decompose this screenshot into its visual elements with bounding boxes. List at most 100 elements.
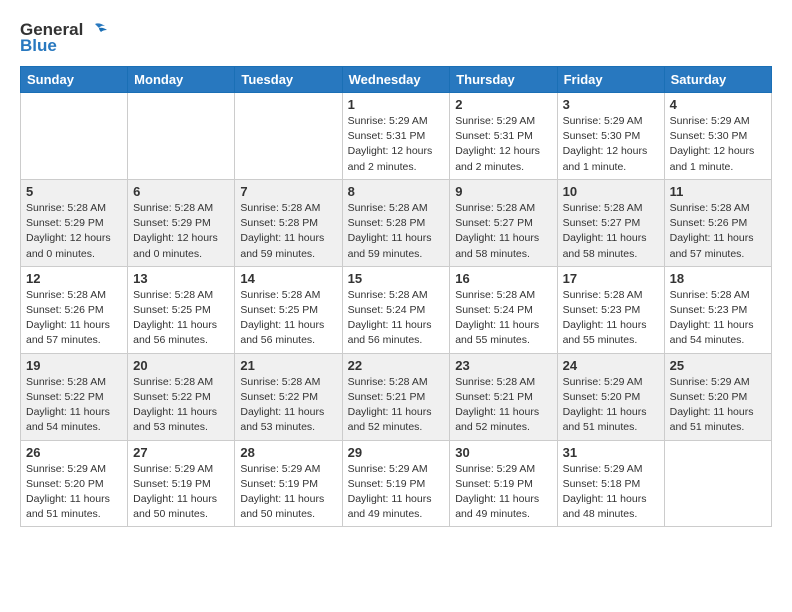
day-info: Sunrise: 5:28 AM Sunset: 5:29 PM Dayligh… [26, 201, 122, 262]
calendar-cell: 11 Sunrise: 5:28 AM Sunset: 5:26 PM Dayli… [664, 179, 771, 266]
day-info: Sunrise: 5:29 AM Sunset: 5:31 PM Dayligh… [348, 114, 445, 175]
day-number: 11 [670, 184, 766, 199]
day-number: 18 [670, 271, 766, 286]
page-header: General Blue [20, 20, 772, 56]
day-number: 22 [348, 358, 445, 373]
day-info: Sunrise: 5:29 AM Sunset: 5:19 PM Dayligh… [240, 462, 336, 523]
logo-blue: Blue [20, 36, 57, 56]
calendar-cell: 12 Sunrise: 5:28 AM Sunset: 5:26 PM Dayli… [21, 266, 128, 353]
day-info: Sunrise: 5:29 AM Sunset: 5:20 PM Dayligh… [563, 375, 659, 436]
col-header-thursday: Thursday [450, 67, 557, 93]
calendar-cell: 5 Sunrise: 5:28 AM Sunset: 5:29 PM Daylig… [21, 179, 128, 266]
calendar-cell: 8 Sunrise: 5:28 AM Sunset: 5:28 PM Daylig… [342, 179, 450, 266]
calendar-cell: 31 Sunrise: 5:29 AM Sunset: 5:18 PM Dayli… [557, 440, 664, 527]
day-number: 2 [455, 97, 551, 112]
day-info: Sunrise: 5:28 AM Sunset: 5:26 PM Dayligh… [670, 201, 766, 262]
calendar-cell: 29Sunrise: 5:29 AM Sunset: 5:19 PM Dayli… [342, 440, 450, 527]
calendar-cell: 17 Sunrise: 5:28 AM Sunset: 5:23 PM Dayli… [557, 266, 664, 353]
day-info: Sunrise: 5:29 AM Sunset: 5:20 PM Dayligh… [670, 375, 766, 436]
calendar-cell: 14 Sunrise: 5:28 AM Sunset: 5:25 PM Dayli… [235, 266, 342, 353]
day-number: 7 [240, 184, 336, 199]
logo-bird-icon [85, 22, 107, 38]
calendar-week-row: 26 Sunrise: 5:29 AM Sunset: 5:20 PM Dayli… [21, 440, 772, 527]
col-header-saturday: Saturday [664, 67, 771, 93]
col-header-monday: Monday [128, 67, 235, 93]
day-info: Sunrise: 5:28 AM Sunset: 5:23 PM Dayligh… [563, 288, 659, 349]
day-info: Sunrise: 5:28 AM Sunset: 5:24 PM Dayligh… [348, 288, 445, 349]
day-info: Sunrise: 5:28 AM Sunset: 5:21 PM Dayligh… [348, 375, 445, 436]
col-header-tuesday: Tuesday [235, 67, 342, 93]
calendar-cell: 20Sunrise: 5:28 AM Sunset: 5:22 PM Dayli… [128, 353, 235, 440]
calendar-cell [235, 93, 342, 180]
calendar-week-row: 5 Sunrise: 5:28 AM Sunset: 5:29 PM Daylig… [21, 179, 772, 266]
day-info: Sunrise: 5:28 AM Sunset: 5:29 PM Dayligh… [133, 201, 229, 262]
logo: General Blue [20, 20, 107, 56]
calendar-cell: 26 Sunrise: 5:29 AM Sunset: 5:20 PM Dayli… [21, 440, 128, 527]
calendar-cell: 22 Sunrise: 5:28 AM Sunset: 5:21 PM Dayli… [342, 353, 450, 440]
day-number: 19 [26, 358, 122, 373]
day-info: Sunrise: 5:28 AM Sunset: 5:23 PM Dayligh… [670, 288, 766, 349]
day-info: Sunrise: 5:29 AM Sunset: 5:30 PM Dayligh… [670, 114, 766, 175]
day-info: Sunrise: 5:29 AM Sunset: 5:31 PM Dayligh… [455, 114, 551, 175]
calendar-cell: 1 Sunrise: 5:29 AM Sunset: 5:31 PM Daylig… [342, 93, 450, 180]
day-info: Sunrise: 5:29 AM Sunset: 5:30 PM Dayligh… [563, 114, 659, 175]
day-info: Sunrise: 5:28 AM Sunset: 5:25 PM Dayligh… [240, 288, 336, 349]
day-number: 3 [563, 97, 659, 112]
day-number: 17 [563, 271, 659, 286]
calendar-table: SundayMondayTuesdayWednesdayThursdayFrid… [20, 66, 772, 527]
calendar-cell [21, 93, 128, 180]
calendar-cell: 28 Sunrise: 5:29 AM Sunset: 5:19 PM Dayli… [235, 440, 342, 527]
calendar-cell: 16Sunrise: 5:28 AM Sunset: 5:24 PM Dayli… [450, 266, 557, 353]
day-number: 24 [563, 358, 659, 373]
day-number: 13 [133, 271, 229, 286]
day-info: Sunrise: 5:28 AM Sunset: 5:22 PM Dayligh… [240, 375, 336, 436]
day-number: 15 [348, 271, 445, 286]
day-number: 20 [133, 358, 229, 373]
calendar-cell: 7Sunrise: 5:28 AM Sunset: 5:28 PM Daylig… [235, 179, 342, 266]
day-number: 6 [133, 184, 229, 199]
calendar-cell: 3 Sunrise: 5:29 AM Sunset: 5:30 PM Daylig… [557, 93, 664, 180]
day-info: Sunrise: 5:29 AM Sunset: 5:18 PM Dayligh… [563, 462, 659, 523]
calendar-cell [664, 440, 771, 527]
calendar-cell: 15 Sunrise: 5:28 AM Sunset: 5:24 PM Dayli… [342, 266, 450, 353]
calendar-cell: 13 Sunrise: 5:28 AM Sunset: 5:25 PM Dayli… [128, 266, 235, 353]
day-number: 1 [348, 97, 445, 112]
day-number: 8 [348, 184, 445, 199]
calendar-cell: 4 Sunrise: 5:29 AM Sunset: 5:30 PM Daylig… [664, 93, 771, 180]
calendar-cell: 23Sunrise: 5:28 AM Sunset: 5:21 PM Dayli… [450, 353, 557, 440]
day-info: Sunrise: 5:29 AM Sunset: 5:20 PM Dayligh… [26, 462, 122, 523]
day-number: 28 [240, 445, 336, 460]
day-info: Sunrise: 5:28 AM Sunset: 5:26 PM Dayligh… [26, 288, 122, 349]
col-header-sunday: Sunday [21, 67, 128, 93]
day-number: 26 [26, 445, 122, 460]
col-header-friday: Friday [557, 67, 664, 93]
calendar-cell: 18 Sunrise: 5:28 AM Sunset: 5:23 PM Dayli… [664, 266, 771, 353]
day-number: 5 [26, 184, 122, 199]
calendar-header-row: SundayMondayTuesdayWednesdayThursdayFrid… [21, 67, 772, 93]
day-info: Sunrise: 5:29 AM Sunset: 5:19 PM Dayligh… [133, 462, 229, 523]
day-number: 31 [563, 445, 659, 460]
day-number: 4 [670, 97, 766, 112]
calendar-cell [128, 93, 235, 180]
day-number: 27 [133, 445, 229, 460]
day-info: Sunrise: 5:29 AM Sunset: 5:19 PM Dayligh… [455, 462, 551, 523]
day-number: 30 [455, 445, 551, 460]
day-number: 25 [670, 358, 766, 373]
calendar-cell: 6 Sunrise: 5:28 AM Sunset: 5:29 PM Daylig… [128, 179, 235, 266]
day-info: Sunrise: 5:28 AM Sunset: 5:28 PM Dayligh… [348, 201, 445, 262]
day-info: Sunrise: 5:28 AM Sunset: 5:25 PM Dayligh… [133, 288, 229, 349]
day-info: Sunrise: 5:28 AM Sunset: 5:22 PM Dayligh… [26, 375, 122, 436]
day-number: 10 [563, 184, 659, 199]
calendar-cell: 9Sunrise: 5:28 AM Sunset: 5:27 PM Daylig… [450, 179, 557, 266]
day-number: 14 [240, 271, 336, 286]
calendar-cell: 30 Sunrise: 5:29 AM Sunset: 5:19 PM Dayli… [450, 440, 557, 527]
calendar-cell: 24 Sunrise: 5:29 AM Sunset: 5:20 PM Dayli… [557, 353, 664, 440]
calendar-week-row: 19 Sunrise: 5:28 AM Sunset: 5:22 PM Dayli… [21, 353, 772, 440]
day-number: 12 [26, 271, 122, 286]
day-info: Sunrise: 5:28 AM Sunset: 5:27 PM Dayligh… [563, 201, 659, 262]
day-info: Sunrise: 5:28 AM Sunset: 5:27 PM Dayligh… [455, 201, 551, 262]
day-info: Sunrise: 5:28 AM Sunset: 5:24 PM Dayligh… [455, 288, 551, 349]
calendar-cell: 10 Sunrise: 5:28 AM Sunset: 5:27 PM Dayli… [557, 179, 664, 266]
calendar-cell: 25 Sunrise: 5:29 AM Sunset: 5:20 PM Dayli… [664, 353, 771, 440]
day-number: 23 [455, 358, 551, 373]
